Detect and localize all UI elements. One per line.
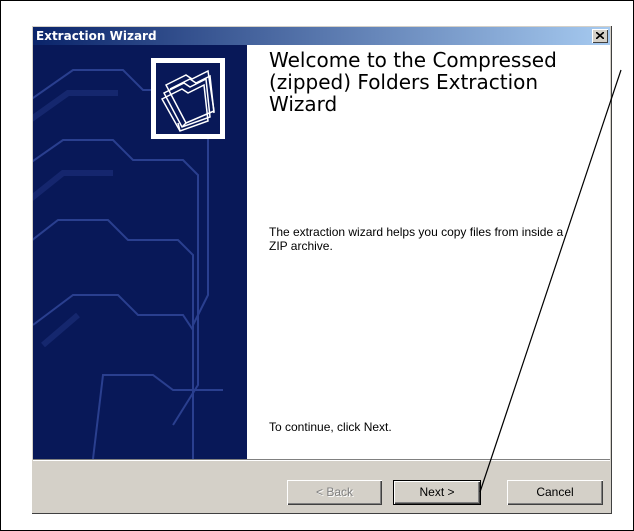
button-divider	[33, 459, 610, 461]
back-button[interactable]: < Back	[287, 480, 382, 505]
extraction-wizard-dialog: Extraction Wizard Welcome to the Compres…	[31, 25, 612, 514]
next-button[interactable]: Next >	[393, 480, 481, 505]
folders-icon	[160, 69, 215, 132]
wizard-content: Welcome to the Compressed (zipped) Folde…	[33, 45, 610, 459]
welcome-heading: Welcome to the Compressed (zipped) Folde…	[269, 48, 557, 116]
wizard-banner	[33, 45, 247, 459]
dialog-title: Extraction Wizard	[36, 29, 157, 43]
folders-icon-frame	[151, 58, 225, 139]
wizard-description: The extraction wizard helps you copy fil…	[269, 225, 564, 253]
close-button[interactable]	[592, 29, 608, 43]
continue-instruction: To continue, click Next.	[269, 420, 392, 434]
cancel-button[interactable]: Cancel	[507, 480, 603, 505]
close-icon	[596, 32, 604, 39]
title-bar[interactable]: Extraction Wizard	[33, 27, 610, 45]
